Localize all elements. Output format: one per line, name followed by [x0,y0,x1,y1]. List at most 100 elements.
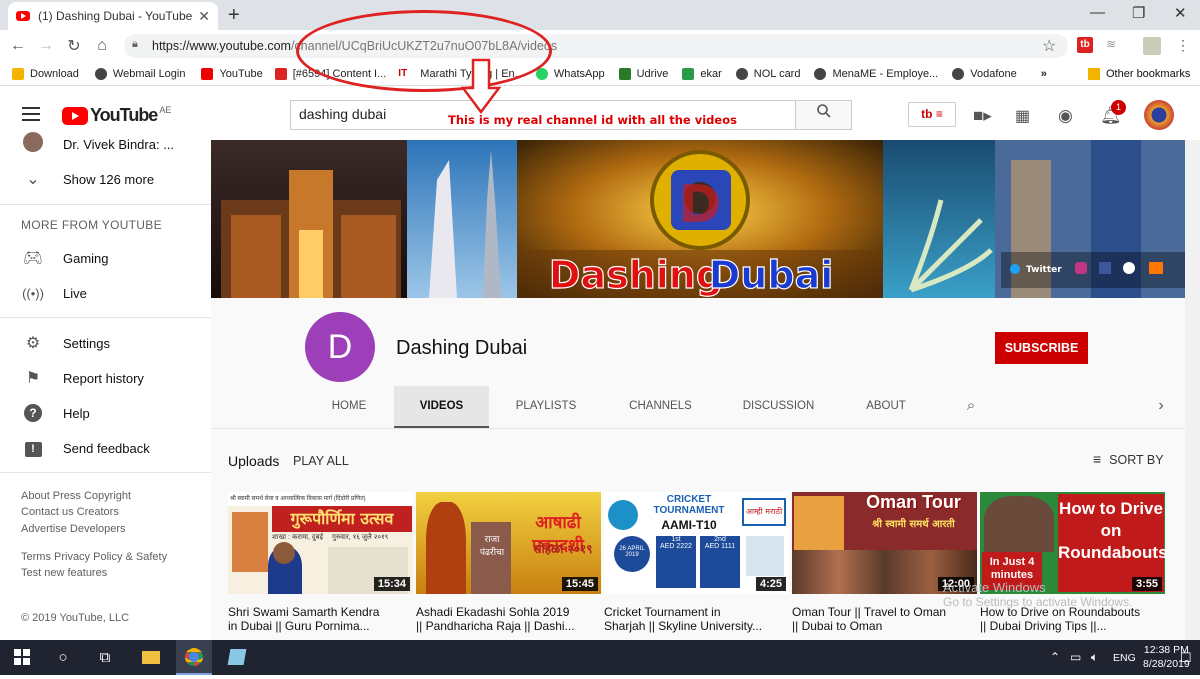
tab-about[interactable]: ABOUT [861,386,911,428]
show-more-button[interactable]: ⌄ Show 126 more [0,162,211,196]
video-title[interactable]: Oman Tour || Travel to Oman || Dubai to O… [792,605,972,633]
video-card[interactable]: श्री स्वामी समर्थ सेवा व आध्यात्मिक विका… [228,492,413,633]
forward-icon[interactable]: → [32,37,60,55]
close-window-button[interactable]: ✕ [1174,4,1187,22]
globe-icon [735,67,748,80]
folder-icon [1088,68,1100,80]
bookmark-menaame[interactable]: MenaME - Employe... [814,67,938,80]
new-tab-button[interactable]: + [228,4,240,27]
maximize-button[interactable]: ❐ [1132,4,1145,22]
footer-links-1[interactable]: About Press Copyright [21,488,131,505]
footer-links-2[interactable]: Contact us Creators [21,504,119,521]
windows-start-icon[interactable] [0,640,44,675]
browser-tab[interactable]: (1) Dashing Dubai - YouTube ✕ [8,2,218,30]
bookmark-download[interactable]: Download [12,67,79,80]
tubebuddy-extension-icon[interactable]: tb [1077,37,1093,53]
account-avatar[interactable] [1144,100,1174,130]
video-card[interactable]: आषाढी एकादशी सोहळा २०१९ राजा पंढरीचा 15:… [416,492,601,633]
close-tab-icon[interactable]: ✕ [198,8,210,25]
tab-discussion[interactable]: DISCUSSION [736,386,821,428]
channel-avatar[interactable]: D [305,312,375,382]
video-title[interactable]: Shri Swami Samarth Kendra in Dubai || Gur… [228,605,408,633]
video-title[interactable]: How to Drive on Roundabouts || Dubai Driv… [980,605,1160,633]
scrollbar[interactable] [1185,140,1200,640]
footer-links-4[interactable]: Terms Privacy Policy & Safety [21,549,167,566]
app-taskbar-icon[interactable] [222,640,252,675]
volume-icon[interactable]: 🔈︎ [1091,650,1098,665]
task-view-icon[interactable]: ⧉ [90,640,120,675]
subscribe-button[interactable]: SUBSCRIBE [995,332,1088,364]
video-duration: 15:34 [373,577,410,591]
channel-search-icon[interactable]: ⌕ [959,386,983,428]
tubebuddy-menu-button[interactable]: tb ≡ [908,102,956,127]
bookmark-star-icon[interactable]: ☆ [1042,36,1056,56]
bookmark-ekar[interactable]: ekar [682,67,722,80]
sidebar-item-gaming[interactable]: 🎮︎ Gaming [0,241,211,275]
tab-channels[interactable]: CHANNELS [618,386,703,428]
sidebar-item-help[interactable]: ? Help [0,396,211,430]
hamburger-menu-icon[interactable] [22,107,40,125]
video-card[interactable]: Oman Tour श्री स्वामी समर्थ आरती 12:00 O… [792,492,977,633]
bookmark-youtube[interactable]: YouTube [201,67,263,80]
divider [211,428,1185,429]
bookmark-vodafone[interactable]: Vodafone [952,67,1017,80]
address-bar[interactable]: https://www.youtube.com/channel/UCqBriUc… [124,34,1068,58]
play-all-button[interactable]: PLAY ALL [293,454,349,468]
tray-chevron-up-icon[interactable]: ⌃ [1050,650,1060,664]
video-card[interactable]: CRICKET TOURNAMENT AAMI-T10 आम्ही मराठी … [604,492,789,633]
profile-avatar-icon[interactable] [1143,37,1161,55]
banner-twitter-label: Twitter [1026,265,1062,275]
messages-icon[interactable]: ◉ [1058,106,1073,126]
file-explorer-icon[interactable] [134,640,168,675]
youtube-logo[interactable]: YouTube AE [62,105,171,126]
tubebuddy-icon [274,67,287,80]
cortana-search-icon[interactable]: ○ [48,640,78,675]
back-icon[interactable]: ← [4,37,32,55]
home-icon[interactable]: ⌂ [88,37,116,55]
search-button[interactable] [795,100,852,130]
more-from-youtube-heading: MORE FROM YOUTUBE [21,218,162,232]
network-icon[interactable]: ▭ [1070,650,1081,664]
minimize-button[interactable]: — [1090,4,1105,21]
video-title[interactable]: Cricket Tournament in Sharjah || Skyline … [604,605,784,633]
bookmark-whatsapp[interactable]: WhatsApp [535,67,605,80]
reload-icon[interactable]: ↻ [60,36,88,56]
annotation-note: This is my real channel id with all the … [448,113,737,127]
video-thumbnail[interactable]: श्री स्वामी समर्थ सेवा व आध्यात्मिक विका… [228,492,413,594]
flag-icon: ⚑ [25,370,41,387]
bookmark-udrive[interactable]: Udrive [618,67,668,80]
tab-videos[interactable]: VIDEOS [394,386,489,428]
sidebar-item-send-feedback[interactable]: ! Send feedback [0,431,211,465]
video-thumbnail[interactable]: CRICKET TOURNAMENT AAMI-T10 आम्ही मराठी … [604,492,789,594]
video-title[interactable]: Ashadi Ekadashi Sohla 2019 || Pandharicha… [416,605,596,633]
sort-by-button[interactable]: ≡ SORT BY [1093,451,1164,467]
notifications-icon[interactable]: ☐ [1180,650,1192,666]
bookmark-nol-card[interactable]: NOL card [735,67,800,80]
input-language[interactable]: ENG [1113,652,1136,664]
chrome-taskbar-icon[interactable] [176,640,212,675]
annotation-arrow-icon [461,58,501,114]
video-thumbnail[interactable]: आषाढी एकादशी सोहळा २०१९ राजा पंढरीचा 15:… [416,492,601,594]
sidebar-item-settings[interactable]: ⚙ Settings [0,326,211,360]
footer-links-3[interactable]: Advertise Developers [21,521,126,538]
other-bookmarks[interactable]: Other bookmarks [1088,62,1190,86]
subscription-item[interactable]: Dr. Vivek Bindra: ... [0,127,211,161]
sidebar-item-live[interactable]: ((•)) Live [0,276,211,310]
video-thumbnail[interactable]: Oman Tour श्री स्वामी समर्थ आरती 12:00 [792,492,977,594]
bookmarks-more-icon[interactable]: » [1041,68,1047,80]
apps-grid-icon[interactable]: ▦ [1015,106,1030,126]
video-card[interactable]: How to Drive on Roundabouts In Just 4 mi… [980,492,1165,633]
browser-menu-icon[interactable]: ⋮ [1176,37,1190,55]
bookmark-webmail[interactable]: Webmail Login [94,67,185,80]
extension-icon[interactable]: ≋ [1106,37,1116,55]
create-video-icon[interactable]: ■▸ [973,106,992,126]
footer-links-5[interactable]: Test new features [21,565,107,582]
chevron-right-icon[interactable]: › [1151,386,1171,428]
tab-home[interactable]: HOME [319,386,379,428]
activate-windows-hint: Go to Settings to activate Windows. [943,595,1133,609]
tab-playlists[interactable]: PLAYLISTS [506,386,586,428]
sidebar: Dr. Vivek Bindra: ... ⌄ Show 126 more MO… [0,131,211,640]
video-thumbnail[interactable]: How to Drive on Roundabouts In Just 4 mi… [980,492,1165,594]
sidebar-item-report-history[interactable]: ⚑ Report history [0,361,211,395]
lock-icon[interactable]: 🔒︎ [132,38,138,51]
